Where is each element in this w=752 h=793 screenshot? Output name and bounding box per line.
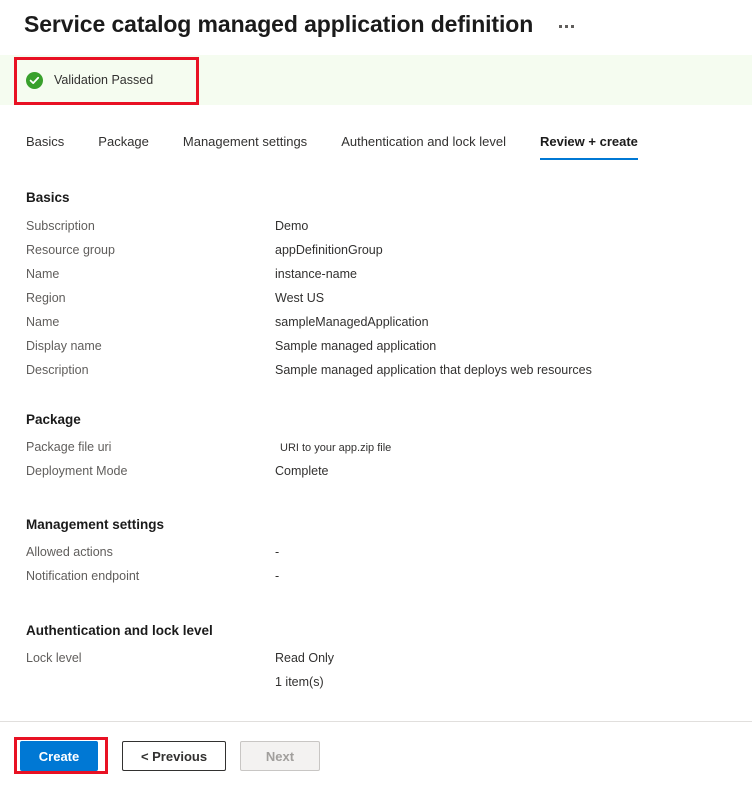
ellipsis-dot [559,24,563,28]
summary-label: Subscription [26,219,95,233]
summary-value: Demo [275,219,309,233]
summary-label: Package file uri [26,440,112,454]
summary-row-subscription: Subscription Demo [0,219,752,243]
summary-value: URI to your app.zip file [280,442,392,454]
summary-value: - [275,545,280,559]
wizard-footer: Create < Previous Next [0,741,752,771]
next-button: Next [240,741,320,771]
summary-value: Read Only [275,651,335,665]
review-summary: Basics Subscription Demo Resource group … [0,190,752,717]
summary-row-name-instance: Name instance-name [0,267,752,291]
summary-row-description: Description Sample managed application t… [0,363,752,387]
summary-label: Lock level [26,651,82,665]
summary-row-allowed-actions: Allowed actions - [0,545,752,569]
summary-label: Notification endpoint [26,569,140,583]
summary-label: Name [26,267,60,281]
tab-basics[interactable]: Basics [26,130,64,160]
summary-label: Display name [26,339,102,353]
page-header: Service catalog managed application defi… [0,0,752,44]
summary-row-lock-level: Lock level Read Only [0,651,752,675]
summary-row-deployment-mode: Deployment Mode Complete [0,464,752,488]
ellipsis-dot [571,24,575,28]
summary-row-notification-endpoint: Notification endpoint - [0,569,752,593]
previous-button[interactable]: < Previous [122,741,226,771]
section-package: Package Package file uri URI to your app… [0,412,752,488]
summary-label: Region [26,291,66,305]
check-circle-icon [26,71,43,89]
summary-value: Complete [275,464,329,478]
create-button[interactable]: Create [20,741,98,771]
section-heading-package: Package [26,412,81,427]
summary-row-item-count: 1 item(s) [0,675,752,700]
section-heading-authentication-and-lock-level: Authentication and lock level [26,623,213,638]
tab-authentication-and-lock-level[interactable]: Authentication and lock level [341,130,506,160]
summary-row-resource-group: Resource group appDefinitionGroup [0,243,752,267]
summary-label: Resource group [26,243,115,257]
summary-label: Description [26,363,89,377]
section-basics: Basics Subscription Demo Resource group … [0,190,752,387]
summary-value: sampleManagedApplication [275,315,429,329]
page-title: Service catalog managed application defi… [24,10,534,37]
summary-row-name-app: Name sampleManagedApplication [0,315,752,339]
section-management-settings: Management settings Allowed actions - No… [0,517,752,593]
validation-status-text: Validation Passed [54,73,154,87]
ellipsis-horizontal-icon[interactable] [555,19,578,34]
summary-value: West US [275,291,325,305]
validation-banner: Validation Passed [0,55,752,105]
tab-package[interactable]: Package [98,130,149,160]
section-heading-management-settings: Management settings [26,517,165,532]
summary-label: Name [26,315,60,329]
summary-value: appDefinitionGroup [275,243,383,257]
summary-value: - [275,569,280,583]
summary-value: Sample managed application that deploys … [275,363,592,377]
summary-row-package-file-uri: Package file uri URI to your app.zip fil… [0,440,752,464]
section-authentication-and-lock-level: Authentication and lock level Lock level… [0,623,752,700]
summary-row-display-name: Display name Sample managed application [0,339,752,363]
summary-value: 1 item(s) [275,675,324,689]
section-heading-basics: Basics [26,190,70,205]
tab-management-settings[interactable]: Management settings [183,130,307,160]
ellipsis-dot [565,24,569,28]
validation-status: Validation Passed [0,71,154,89]
summary-label: Allowed actions [26,545,113,559]
summary-label: Deployment Mode [26,464,128,478]
summary-value: instance-name [275,267,357,281]
summary-row-region: Region West US [0,291,752,315]
tab-review-create[interactable]: Review + create [539,130,638,160]
wizard-tab-bar: Basics Package Management settings Authe… [0,130,752,160]
footer-divider [0,721,752,722]
summary-value: Sample managed application [275,339,437,353]
